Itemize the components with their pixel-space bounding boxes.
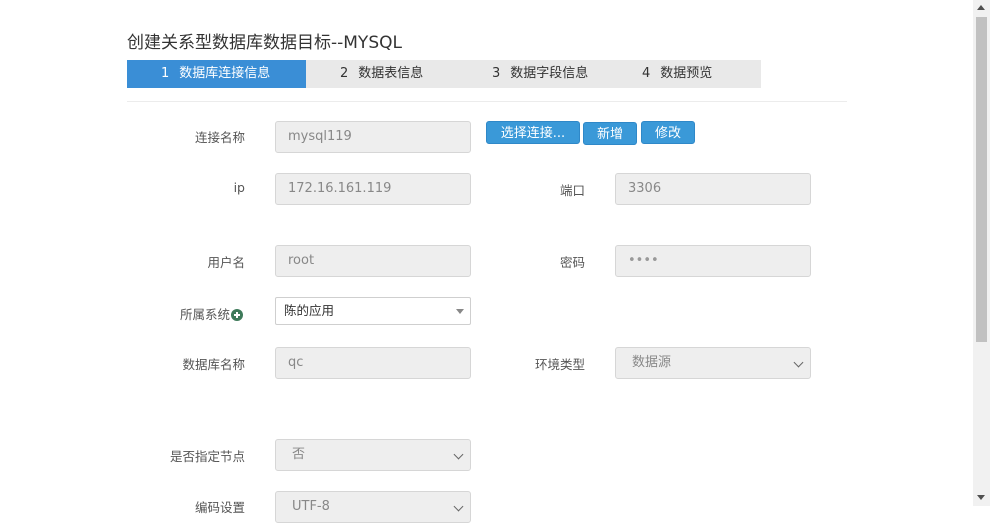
env-type-value: 数据源 — [632, 355, 672, 370]
port-field[interactable]: 3306 — [615, 173, 811, 205]
select-connection-button[interactable]: 选择连接... — [486, 121, 580, 144]
ip-field[interactable]: 172.16.161.119 — [275, 173, 471, 205]
caret-down-icon — [456, 309, 464, 314]
specify-node-label: 是否指定节点 — [169, 449, 245, 464]
step-connection-info[interactable]: 1 数据库连接信息 — [127, 60, 306, 88]
page-title: 创建关系型数据库数据目标--MYSQL — [127, 33, 402, 53]
step-field-info[interactable]: 3 数据字段信息 — [458, 60, 610, 88]
username-field[interactable]: root — [275, 245, 471, 277]
env-type-label: 环境类型 — [534, 357, 585, 372]
env-type-select[interactable]: 数据源 — [615, 347, 811, 379]
scroll-up-arrow-icon[interactable] — [977, 5, 985, 10]
system-label-text: 所属系统 — [179, 307, 230, 322]
ip-label: ip — [233, 180, 245, 195]
step-label: 数据预览 — [660, 66, 713, 81]
connection-name-label: 连接名称 — [194, 130, 245, 145]
step-data-preview[interactable]: 4 数据预览 — [610, 60, 761, 88]
connection-name-field[interactable]: mysql119 — [275, 121, 471, 153]
chevron-down-icon — [453, 449, 464, 460]
encoding-value: UTF-8 — [292, 499, 330, 514]
username-label: 用户名 — [207, 255, 245, 270]
encoding-label: 编码设置 — [194, 500, 245, 515]
add-button[interactable]: 新增 — [583, 122, 637, 145]
specify-node-value: 否 — [292, 447, 306, 462]
edit-button[interactable]: 修改 — [641, 121, 695, 144]
step-number: 2 — [340, 66, 349, 81]
step-label: 数据库连接信息 — [179, 66, 271, 81]
scrollbar-thumb[interactable] — [976, 17, 987, 342]
chevron-down-icon — [793, 357, 804, 368]
db-name-field[interactable]: qc — [275, 347, 471, 379]
step-label: 数据字段信息 — [510, 66, 589, 81]
chevron-down-icon — [453, 501, 464, 512]
wizard-steps: 1 数据库连接信息 2 数据表信息 3 数据字段信息 4 数据预览 — [127, 60, 761, 88]
system-label: 所属系统 — [180, 304, 243, 323]
step-table-info[interactable]: 2 数据表信息 — [306, 60, 458, 88]
system-select[interactable]: 陈的应用 — [275, 297, 471, 325]
step-number: 1 — [161, 66, 170, 81]
vertical-scrollbar[interactable] — [973, 0, 990, 506]
specify-node-select[interactable]: 否 — [275, 439, 471, 471]
password-field[interactable]: •••• — [615, 245, 811, 277]
scroll-down-arrow-icon[interactable] — [977, 495, 985, 500]
step-number: 4 — [642, 66, 651, 81]
plus-circle-icon[interactable] — [231, 309, 243, 321]
system-select-value: 陈的应用 — [284, 303, 335, 318]
step-number: 3 — [492, 66, 501, 81]
header-divider — [127, 101, 847, 102]
encoding-select[interactable]: UTF-8 — [275, 491, 471, 523]
step-label: 数据表信息 — [358, 66, 424, 81]
db-name-label: 数据库名称 — [182, 357, 245, 372]
port-label: 端口 — [559, 183, 585, 198]
password-label: 密码 — [559, 255, 585, 270]
